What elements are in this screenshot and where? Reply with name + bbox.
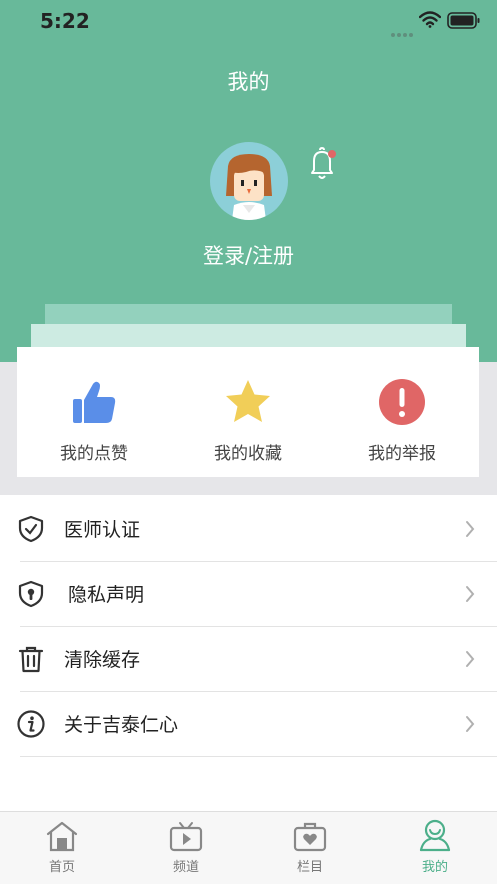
tab-label: 栏目: [296, 860, 323, 875]
bottom-tab-bar: 首页 频道 栏目 我的: [0, 811, 497, 884]
menu-item-doctor-certification[interactable]: 医师认证: [0, 497, 497, 562]
avatar-image: [226, 154, 272, 220]
menu-item-privacy-statement[interactable]: 隐私声明: [0, 562, 497, 627]
thumbs-up-icon: [73, 381, 116, 423]
my-favorites-button[interactable]: 我的收藏: [171, 377, 325, 477]
divider: [20, 756, 497, 757]
trash-icon: [18, 646, 44, 673]
menu-label: 医师认证: [64, 519, 141, 541]
star-icon: [226, 380, 270, 422]
info-icon: [17, 710, 45, 738]
chevron-right-icon: [466, 716, 475, 732]
person-icon: [419, 819, 451, 852]
shield-lock-icon: [18, 580, 44, 608]
settings-menu: 医师认证 隐私声明 清除缓存 关于吉泰仁心: [0, 497, 497, 757]
page-title: 我的: [227, 70, 270, 94]
status-bar: 5:22: [0, 0, 497, 44]
home-icon: [46, 821, 78, 852]
exclamation-icon: [379, 379, 425, 425]
notification-dot: [328, 150, 336, 158]
heart-bag-icon: [293, 822, 327, 852]
avatar[interactable]: [210, 142, 288, 220]
tab-label: 我的: [421, 860, 448, 875]
my-likes-label: 我的点赞: [60, 444, 128, 464]
my-favorites-label: 我的收藏: [214, 444, 282, 464]
tab-label: 频道: [172, 860, 199, 875]
menu-label: 隐私声明: [68, 584, 145, 606]
wifi-icon: [419, 11, 441, 28]
chevron-right-icon: [466, 521, 475, 537]
tab-mine[interactable]: 我的: [373, 818, 497, 882]
tab-label: 首页: [48, 860, 75, 875]
login-register-link[interactable]: 登录/注册: [0, 240, 497, 270]
shield-check-icon: [18, 515, 44, 543]
my-likes-button[interactable]: 我的点赞: [17, 377, 171, 477]
cellular-signal-icon: [391, 22, 415, 41]
menu-item-clear-cache[interactable]: 清除缓存: [0, 627, 497, 692]
tab-channels[interactable]: 频道: [124, 818, 248, 882]
menu-label: 关于吉泰仁心: [64, 714, 179, 736]
my-reports-label: 我的举报: [368, 444, 436, 464]
quick-actions-card: 我的点赞 我的收藏 我的举报: [17, 347, 479, 477]
status-time: 5:22: [40, 9, 90, 33]
chevron-right-icon: [466, 586, 475, 602]
battery-icon: [447, 12, 480, 29]
menu-item-about[interactable]: 关于吉泰仁心: [0, 692, 497, 757]
tab-columns[interactable]: 栏目: [248, 818, 372, 882]
chevron-right-icon: [466, 651, 475, 667]
my-reports-button[interactable]: 我的举报: [325, 377, 479, 477]
menu-label: 清除缓存: [64, 649, 141, 671]
tab-home[interactable]: 首页: [0, 818, 124, 882]
notification-bell-icon[interactable]: [306, 146, 340, 182]
tv-icon: [169, 822, 203, 852]
